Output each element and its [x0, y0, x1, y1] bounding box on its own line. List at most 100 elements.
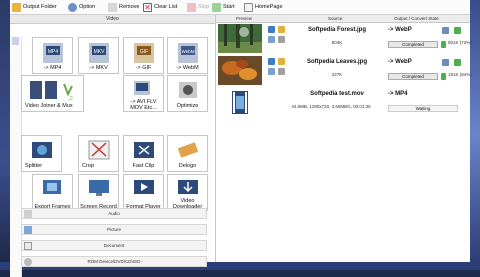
delogo-icon [177, 142, 199, 158]
category-audio[interactable]: Audio [21, 208, 207, 219]
remove-label: Remove [119, 4, 140, 10]
column-header-source[interactable]: Source [328, 16, 342, 21]
crop-icon [88, 140, 110, 160]
output-format: -> WebP [388, 59, 412, 65]
source-fileinfo: 44.6MB, 1280x720, 3.66MB/s, 00:01:35 [291, 104, 371, 109]
format-player-icon [134, 180, 154, 194]
output-folder-label: Output Folder [23, 4, 57, 10]
remove-icon [108, 2, 117, 12]
splitter-icon [32, 142, 52, 158]
video-downloader-icon [178, 180, 198, 194]
preview-icon[interactable] [268, 36, 275, 43]
tile-label: Delogo [178, 163, 197, 169]
video-category-icon [12, 37, 19, 45]
stop-label: Stop [198, 4, 210, 10]
column-header-preview[interactable]: Preview [236, 16, 252, 21]
homepage-label: HomePage [255, 4, 283, 10]
play-icon[interactable] [454, 27, 461, 34]
stop-icon [187, 2, 196, 12]
convert-status: Waiting [388, 105, 458, 112]
tile-gif[interactable]: GIF -> GIF [123, 37, 164, 74]
category-video-label: Video [106, 16, 119, 22]
category-rom-device[interactable]: ROM Device\DVD\CD\ISO [21, 256, 207, 267]
tile-crop[interactable]: Crop [78, 135, 119, 172]
picture-category-icon [24, 226, 32, 234]
screen-record-icon [89, 180, 109, 196]
play-icon[interactable] [454, 59, 461, 66]
convert-status: Completed [388, 73, 438, 80]
tile-label: Crop [82, 163, 94, 169]
lock-icon[interactable] [278, 68, 285, 75]
lock-icon[interactable] [278, 36, 285, 43]
source-filename: Softpedia test.mov [310, 91, 364, 97]
folder-icon[interactable] [442, 27, 449, 34]
fast-clip-icon [134, 142, 154, 158]
tile-screen-record[interactable]: Screen Record [78, 174, 119, 211]
output-folder-button[interactable]: Output Folder [12, 2, 57, 12]
category-picture[interactable]: Picture [21, 224, 207, 235]
preview-icon[interactable] [268, 68, 275, 75]
task-list-header: Preview Source Output / Convert State [216, 15, 470, 23]
output-size: 191K (84%) [448, 72, 472, 77]
task-row[interactable]: Softpedia test.mov 44.6MB, 1280x720, 3.6… [216, 87, 470, 118]
tile-label: Video Joiner & Mux [25, 103, 73, 109]
tile-video-joiner[interactable]: ♫ Video Joiner & Mux [21, 75, 84, 112]
start-button[interactable]: Start [212, 2, 235, 12]
optimize-icon [179, 82, 197, 98]
document-category-icon [24, 242, 32, 250]
task-row[interactable]: Softpedia Leaves.jpg 227K -> WebP Comple… [216, 55, 472, 86]
option-button[interactable]: Option [68, 2, 95, 12]
source-filename: Softpedia Leaves.jpg [306, 59, 367, 65]
task-row[interactable]: Softpedia Forest.jpg 604K -> WebP Comple… [216, 23, 472, 54]
option-label: Option [79, 4, 96, 10]
output-format: -> MP4 [388, 91, 408, 97]
category-rom-label: ROM Device\DVD\CD\ISO [87, 259, 141, 264]
source-fileinfo: 227K [331, 72, 343, 77]
toolbar: Output Folder Option Remove ✕ Clear List… [10, 0, 470, 15]
tile-webm[interactable]: WebM -> WebM [167, 37, 208, 74]
format-factory-window: Output Folder Option Remove ✕ Clear List… [10, 0, 472, 277]
tile-label: Splitter [25, 163, 43, 169]
remove-button[interactable]: Remove [108, 2, 139, 12]
start-label: Start [223, 4, 235, 10]
source-fileinfo: 604K [331, 40, 343, 45]
svg-text:MKV: MKV [94, 49, 106, 55]
svg-text:♫: ♫ [68, 95, 73, 102]
tile-mp4[interactable]: MP4 -> MP4 [32, 37, 73, 74]
category-video-header[interactable]: Video [10, 15, 215, 24]
tile-avi-flv-mov[interactable]: -> AVI FLV MOV Etc... [123, 75, 164, 112]
file-icon[interactable] [278, 58, 285, 65]
folder-icon[interactable] [268, 58, 275, 65]
category-document[interactable]: Document [21, 240, 207, 251]
tile-optimize[interactable]: Optimize [167, 75, 208, 112]
tile-export-frames[interactable]: Export Frames [32, 174, 73, 211]
tile-delogo[interactable]: Delogo [167, 135, 208, 172]
tile-splitter[interactable]: Splitter [21, 135, 62, 172]
homepage-button[interactable]: HomePage [244, 2, 283, 12]
leaves-thumbnail [218, 56, 262, 85]
file-icon[interactable] [278, 26, 285, 33]
stop-button[interactable]: Stop [187, 2, 209, 12]
video-file-thumbnail [232, 91, 248, 114]
output-size: 501K (73%) [448, 40, 472, 45]
export-frames-icon [43, 180, 61, 194]
tile-mkv[interactable]: MKV -> MKV [78, 37, 119, 74]
folder-icon[interactable] [442, 59, 449, 66]
tile-label: -> AVI FLV MOV Etc... [130, 99, 157, 111]
mp4-file-icon: MP4 [43, 43, 63, 63]
folder-icon[interactable] [268, 26, 275, 33]
folder-icon [12, 2, 21, 12]
tile-label: Optimize [176, 103, 199, 109]
audio-category-icon [24, 210, 32, 218]
column-header-output[interactable]: Output / Convert State [394, 16, 439, 21]
tile-fast-clip[interactable]: Fast Clip [123, 135, 164, 172]
clear-list-button[interactable]: ✕ Clear List [143, 2, 177, 12]
tile-format-player[interactable]: Format Player [123, 174, 164, 211]
joiner-icon: ♫ [30, 81, 73, 102]
function-panel: Video MP4 -> MP4 MKV -> MKV GIF -> GIF W… [10, 15, 216, 277]
download-arrow-icon [441, 73, 446, 80]
category-picture-label: Picture [106, 227, 121, 232]
tile-label: -> MP4 [43, 65, 62, 71]
category-document-label: Document [103, 243, 125, 248]
tile-video-downloader[interactable]: Video Downloader [167, 174, 208, 211]
